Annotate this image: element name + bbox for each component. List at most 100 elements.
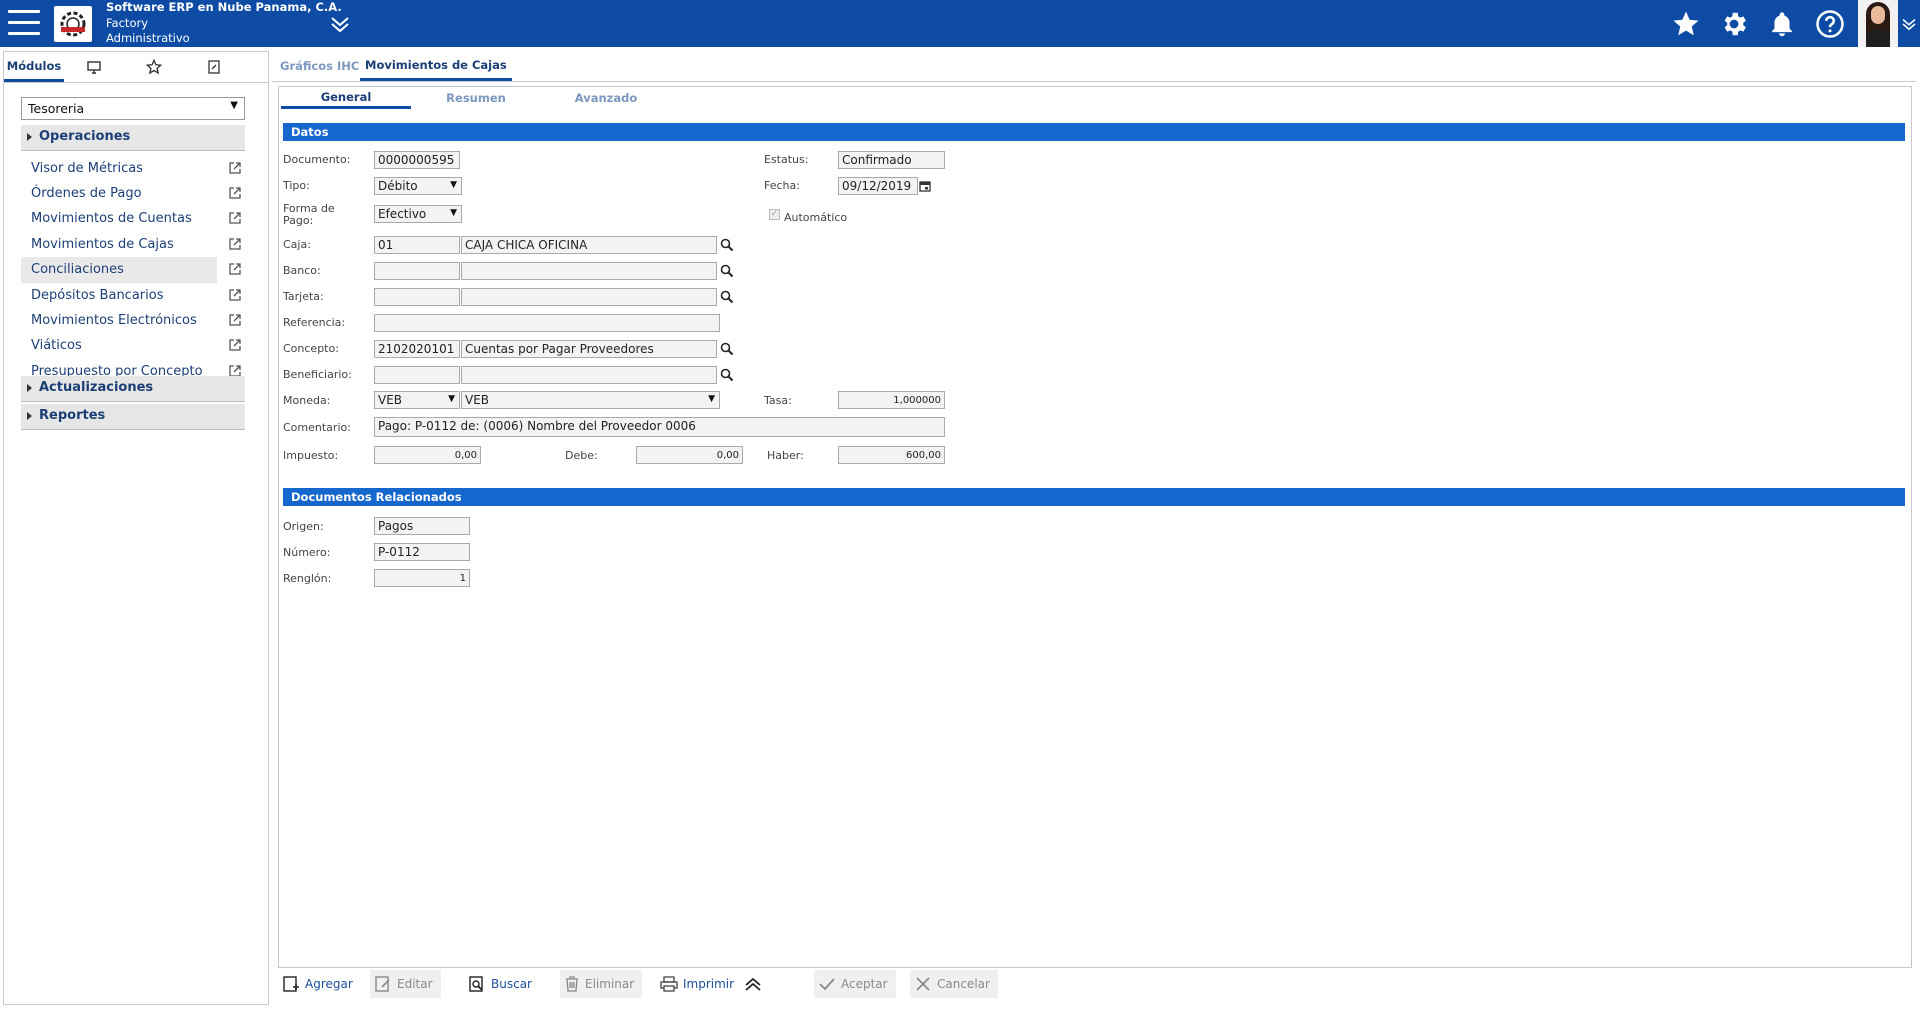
open-external-icon[interactable] bbox=[228, 211, 242, 225]
imprimir-button[interactable]: Imprimir bbox=[656, 970, 738, 998]
buscar-label: Buscar bbox=[491, 977, 532, 991]
comentario-field[interactable]: Pago: P-0112 de: (0006) Nombre del Prove… bbox=[374, 417, 945, 437]
impuesto-label: Impuesto: bbox=[283, 449, 339, 462]
expand-triangle-icon bbox=[27, 412, 32, 420]
automatico-checkbox[interactable]: ✓ bbox=[769, 209, 780, 220]
renglon-field[interactable]: 1 bbox=[374, 569, 470, 587]
tab-modulos[interactable]: Módulos bbox=[4, 52, 64, 82]
search-icon[interactable] bbox=[720, 264, 734, 278]
menu-item-viaticos[interactable]: Viáticos bbox=[21, 333, 221, 359]
search-icon[interactable] bbox=[720, 238, 734, 252]
help-question-icon[interactable] bbox=[1806, 0, 1854, 47]
open-external-icon[interactable] bbox=[228, 237, 242, 251]
haber-label: Haber: bbox=[767, 449, 804, 462]
notifications-bell-icon[interactable] bbox=[1758, 0, 1806, 47]
moneda-name-select[interactable]: VEB ▼ bbox=[461, 391, 720, 409]
tipo-select[interactable]: Débito ▼ bbox=[374, 177, 462, 195]
group-reportes[interactable]: Reportes bbox=[21, 404, 245, 430]
tarjeta-code-field[interactable] bbox=[374, 288, 460, 306]
moneda-code-select[interactable]: VEB ▼ bbox=[374, 391, 460, 409]
module-select[interactable]: Tesoreria ▼ bbox=[21, 97, 245, 120]
subtab-avanzado[interactable]: Avanzado bbox=[541, 87, 671, 109]
moneda-label: Moneda: bbox=[283, 394, 331, 407]
add-document-icon bbox=[283, 976, 299, 992]
group-operaciones[interactable]: Operaciones bbox=[21, 125, 245, 151]
referencia-label: Referencia: bbox=[283, 316, 346, 329]
group-actualizaciones[interactable]: Actualizaciones bbox=[21, 376, 245, 402]
double-chevron-up-icon[interactable] bbox=[743, 970, 768, 998]
editar-button[interactable]: Editar bbox=[370, 970, 441, 998]
star-icon[interactable] bbox=[124, 52, 184, 82]
numero-field[interactable]: P-0112 bbox=[374, 543, 470, 561]
estatus-field[interactable]: Confirmado bbox=[838, 151, 945, 169]
menu-item-depositos-bancarios[interactable]: Depósitos Bancarios bbox=[21, 283, 221, 309]
search-icon[interactable] bbox=[720, 342, 734, 356]
double-chevron-down-icon[interactable] bbox=[328, 12, 352, 36]
open-external-icon[interactable] bbox=[228, 338, 242, 352]
document-icon[interactable] bbox=[184, 52, 244, 82]
open-external-icon[interactable] bbox=[228, 186, 242, 200]
banco-code-field[interactable] bbox=[374, 262, 460, 280]
aceptar-button[interactable]: Aceptar bbox=[814, 970, 896, 998]
referencia-field[interactable] bbox=[374, 314, 720, 332]
origen-field[interactable]: Pagos bbox=[374, 517, 470, 535]
settings-gear-icon[interactable] bbox=[1710, 0, 1758, 47]
tab-graficos-ihc[interactable]: Gráficos IHC bbox=[280, 51, 359, 81]
menu-item-visor-metricas[interactable]: Visor de Métricas bbox=[21, 156, 221, 182]
cancelar-label: Cancelar bbox=[937, 977, 990, 991]
subtab-general[interactable]: General bbox=[281, 87, 411, 109]
favorites-star-icon[interactable] bbox=[1662, 0, 1710, 47]
dropdown-arrow-icon: ▼ bbox=[708, 394, 715, 404]
module-select-value: Tesoreria bbox=[28, 101, 85, 116]
monitor-icon[interactable] bbox=[64, 52, 124, 82]
cancelar-button[interactable]: Cancelar bbox=[910, 970, 998, 998]
documento-field[interactable]: 0000000595 bbox=[374, 151, 460, 169]
forma-pago-label: Forma de Pago: bbox=[283, 203, 335, 227]
impuesto-field[interactable]: 0,00 bbox=[374, 446, 481, 464]
bottom-toolbar: Agregar Editar Buscar Eliminar Imprimir … bbox=[278, 970, 1912, 1000]
renglon-label: Renglón: bbox=[283, 572, 332, 585]
dropdown-arrow-icon: ▼ bbox=[450, 208, 457, 218]
menu-item-movimientos-cajas[interactable]: Movimientos de Cajas bbox=[21, 232, 221, 258]
imprimir-label: Imprimir bbox=[683, 977, 735, 991]
open-external-icon[interactable] bbox=[228, 262, 242, 276]
dropdown-arrow-icon: ▼ bbox=[230, 100, 238, 111]
tarjeta-name-field[interactable] bbox=[461, 288, 717, 306]
debe-field[interactable]: 0,00 bbox=[636, 446, 743, 464]
beneficiario-code-field[interactable] bbox=[374, 366, 460, 384]
caja-code-field[interactable]: 01 bbox=[374, 236, 460, 254]
agregar-button[interactable]: Agregar bbox=[278, 970, 357, 998]
menu-item-conciliaciones[interactable]: Conciliaciones bbox=[21, 257, 217, 283]
open-external-icon[interactable] bbox=[228, 161, 242, 175]
tab-movimientos-cajas[interactable]: Movimientos de Cajas bbox=[360, 51, 512, 81]
concepto-name-field[interactable]: Cuentas por Pagar Proveedores bbox=[461, 340, 717, 358]
beneficiario-name-field[interactable] bbox=[461, 366, 717, 384]
search-icon[interactable] bbox=[720, 368, 734, 382]
form-frame: General Resumen Avanzado Datos Documento… bbox=[278, 86, 1912, 968]
user-avatar[interactable] bbox=[1858, 0, 1898, 47]
haber-field[interactable]: 600,00 bbox=[838, 446, 945, 464]
caja-name-field[interactable]: CAJA CHICA OFICINA bbox=[461, 236, 717, 254]
open-external-icon[interactable] bbox=[228, 313, 242, 327]
banco-label: Banco: bbox=[283, 264, 321, 277]
banco-name-field[interactable] bbox=[461, 262, 717, 280]
user-menu-chevron-icon[interactable] bbox=[1898, 0, 1920, 47]
company-name: Software ERP en Nube Panama, C.A. bbox=[106, 0, 342, 14]
eliminar-label: Eliminar bbox=[585, 977, 635, 991]
menu-item-movimientos-electronicos[interactable]: Movimientos Electrónicos bbox=[21, 308, 221, 334]
hamburger-menu-icon[interactable] bbox=[8, 10, 40, 36]
buscar-button[interactable]: Buscar bbox=[464, 970, 536, 998]
search-icon[interactable] bbox=[720, 290, 734, 304]
concepto-code-field[interactable]: 2102020101 bbox=[374, 340, 460, 358]
open-external-icon[interactable] bbox=[228, 288, 242, 302]
tasa-field[interactable]: 1,000000 bbox=[838, 391, 945, 409]
calendar-icon[interactable] bbox=[919, 180, 931, 192]
eliminar-button[interactable]: Eliminar bbox=[560, 970, 643, 998]
company-logo bbox=[54, 6, 92, 42]
forma-pago-select[interactable]: Efectivo ▼ bbox=[374, 205, 462, 223]
fecha-field[interactable]: 09/12/2019 bbox=[838, 177, 918, 195]
subtab-resumen[interactable]: Resumen bbox=[411, 87, 541, 109]
menu-item-ordenes-pago[interactable]: Órdenes de Pago bbox=[21, 181, 221, 207]
estatus-label: Estatus: bbox=[764, 153, 809, 166]
menu-item-movimientos-cuentas[interactable]: Movimientos de Cuentas bbox=[21, 206, 221, 232]
